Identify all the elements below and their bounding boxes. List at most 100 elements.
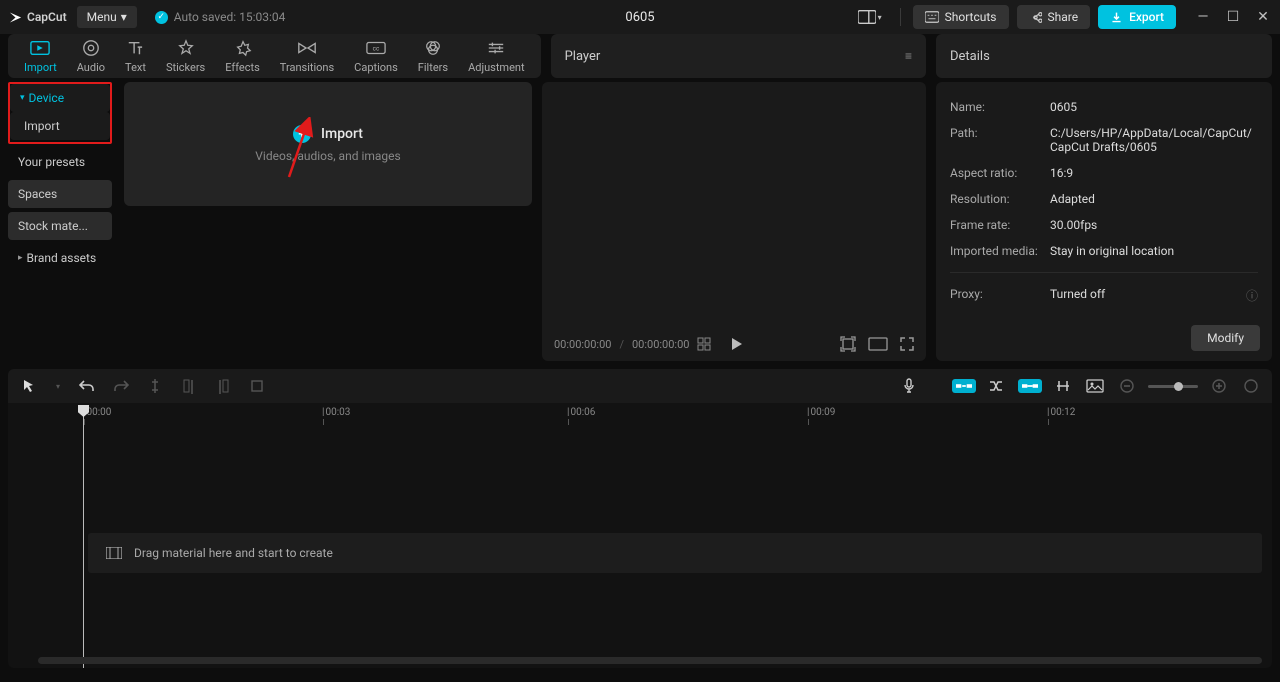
pointer-tool-button[interactable]: [18, 375, 40, 397]
tab-effects[interactable]: Effects: [215, 36, 270, 76]
titlebar: CapCut Menu ▾ ✓ Auto saved: 15:03:04 060…: [0, 0, 1280, 34]
detail-value-name: 0605: [1050, 100, 1258, 114]
auto-snap-button[interactable]: [986, 375, 1008, 397]
separator: [950, 272, 1258, 273]
linkage-button[interactable]: [1018, 379, 1042, 393]
scale-icon[interactable]: [840, 336, 856, 352]
close-button[interactable]: ✕: [1254, 8, 1272, 26]
tab-text[interactable]: Text: [115, 36, 156, 76]
detail-label-media: Imported media:: [950, 244, 1050, 258]
sidebar-item-spaces[interactable]: Spaces: [8, 180, 112, 208]
audio-icon: [81, 38, 101, 58]
ratio-icon[interactable]: [868, 337, 888, 351]
sidebar-item-stock[interactable]: Stock mate...: [8, 212, 112, 240]
tab-adjustment[interactable]: Adjustment: [458, 36, 535, 76]
ruler-tick: |00:12: [1048, 407, 1075, 418]
hamburger-icon[interactable]: ≡: [905, 49, 912, 63]
timeline-toolbar: ▾: [8, 369, 1272, 403]
import-icon: [30, 38, 50, 58]
cover-button[interactable]: [1084, 375, 1106, 397]
main-track-magnet-button[interactable]: [952, 379, 976, 393]
details-title: Details: [950, 49, 990, 64]
details-header: Details: [936, 34, 1272, 78]
import-dropzone[interactable]: +Import Videos, audios, and images: [124, 82, 532, 206]
menu-button[interactable]: Menu ▾: [77, 6, 137, 28]
annotation-highlight: Device Import: [8, 82, 112, 144]
zoom-out-button[interactable]: [1116, 375, 1138, 397]
zoom-fit-button[interactable]: [1240, 375, 1262, 397]
detail-label-path: Path:: [950, 126, 1050, 154]
tab-filters[interactable]: Filters: [408, 36, 458, 76]
timeline-drop-track[interactable]: Drag material here and start to create: [88, 533, 1262, 573]
detail-label-aspect: Aspect ratio:: [950, 166, 1050, 180]
chevron-down-icon: ▾: [121, 10, 127, 24]
play-button[interactable]: [731, 337, 743, 351]
player-controls: 00:00:00:00 / 00:00:00:00: [542, 327, 926, 361]
detail-value-aspect: 16:9: [1050, 166, 1258, 180]
delete-left-button[interactable]: [178, 375, 200, 397]
maximize-button[interactable]: ☐: [1224, 8, 1242, 26]
sidebar-item-brand[interactable]: Brand assets: [8, 244, 112, 272]
undo-button[interactable]: [76, 375, 98, 397]
detail-label-resolution: Resolution:: [950, 192, 1050, 206]
time-total: 00:00:00:00: [632, 338, 689, 351]
ruler-tick: |00:09: [808, 407, 835, 418]
plus-circle-icon: +: [293, 125, 311, 143]
tab-stickers[interactable]: Stickers: [156, 36, 215, 76]
zoom-in-button[interactable]: [1208, 375, 1230, 397]
detail-label-framerate: Frame rate:: [950, 218, 1050, 232]
modify-button[interactable]: Modify: [1191, 325, 1260, 351]
preview-axis-button[interactable]: [1052, 375, 1074, 397]
tool-tabs: Import Audio Text Stickers Effects Trans…: [8, 34, 541, 78]
horizontal-scrollbar[interactable]: [38, 657, 1262, 664]
layout-button[interactable]: ▾: [852, 6, 888, 28]
autosave-status: ✓ Auto saved: 15:03:04: [155, 10, 286, 24]
split-button[interactable]: [144, 375, 166, 397]
delete-button[interactable]: [246, 375, 268, 397]
export-icon: [1110, 11, 1123, 24]
separator: [900, 8, 901, 26]
app-logo: CapCut: [8, 10, 67, 25]
tab-import[interactable]: Import: [14, 36, 67, 76]
text-icon: [125, 38, 145, 58]
tab-captions[interactable]: cc Captions: [344, 36, 408, 76]
timeline[interactable]: |00:00|00:03|00:06|00:09|00:12 Drag mate…: [8, 403, 1272, 668]
player-header: Player ≡: [551, 34, 926, 78]
import-subtitle: Videos, audios, and images: [255, 149, 400, 163]
record-audio-button[interactable]: [898, 375, 920, 397]
sidebar-item-import[interactable]: Import: [10, 112, 110, 140]
detail-value-media: Stay in original location: [1050, 244, 1258, 258]
zoom-slider[interactable]: [1148, 385, 1198, 388]
sidebar-item-presets[interactable]: Your presets: [8, 148, 112, 176]
player-panel: 00:00:00:00 / 00:00:00:00: [542, 82, 926, 361]
capcut-logo-icon: [8, 10, 23, 25]
timeline-ruler[interactable]: |00:00|00:03|00:06|00:09|00:12: [8, 403, 1272, 429]
minimize-button[interactable]: —: [1194, 8, 1212, 26]
detail-value-proxy: Turned off: [1050, 287, 1246, 304]
info-icon[interactable]: ⓘ: [1246, 287, 1258, 304]
delete-right-button[interactable]: [212, 375, 234, 397]
tab-transitions[interactable]: Transitions: [270, 36, 344, 76]
export-button[interactable]: Export: [1098, 5, 1176, 29]
redo-button[interactable]: [110, 375, 132, 397]
detail-value-resolution: Adapted: [1050, 192, 1258, 206]
detail-value-framerate: 30.00fps: [1050, 218, 1258, 232]
fullscreen-icon[interactable]: [900, 337, 914, 351]
chevron-down-icon: ▾: [878, 13, 882, 22]
pointer-dropdown-button[interactable]: ▾: [52, 375, 64, 397]
check-circle-icon: ✓: [155, 11, 168, 24]
shortcuts-button[interactable]: Shortcuts: [913, 5, 1009, 29]
player-canvas[interactable]: [542, 82, 926, 327]
tab-audio[interactable]: Audio: [67, 36, 115, 76]
effects-icon: [233, 38, 253, 58]
filters-icon: [423, 38, 443, 58]
share-icon: [1029, 11, 1042, 24]
details-panel: Name:0605 Path:C:/Users/HP/AppData/Local…: [936, 82, 1272, 361]
sidebar-item-device[interactable]: Device: [10, 84, 110, 112]
keyboard-icon: [925, 11, 939, 23]
detail-label-proxy: Proxy:: [950, 287, 1050, 304]
share-button[interactable]: Share: [1017, 5, 1091, 29]
grid-icon[interactable]: [697, 337, 711, 351]
player-title: Player: [565, 49, 601, 64]
playhead[interactable]: [83, 405, 84, 668]
